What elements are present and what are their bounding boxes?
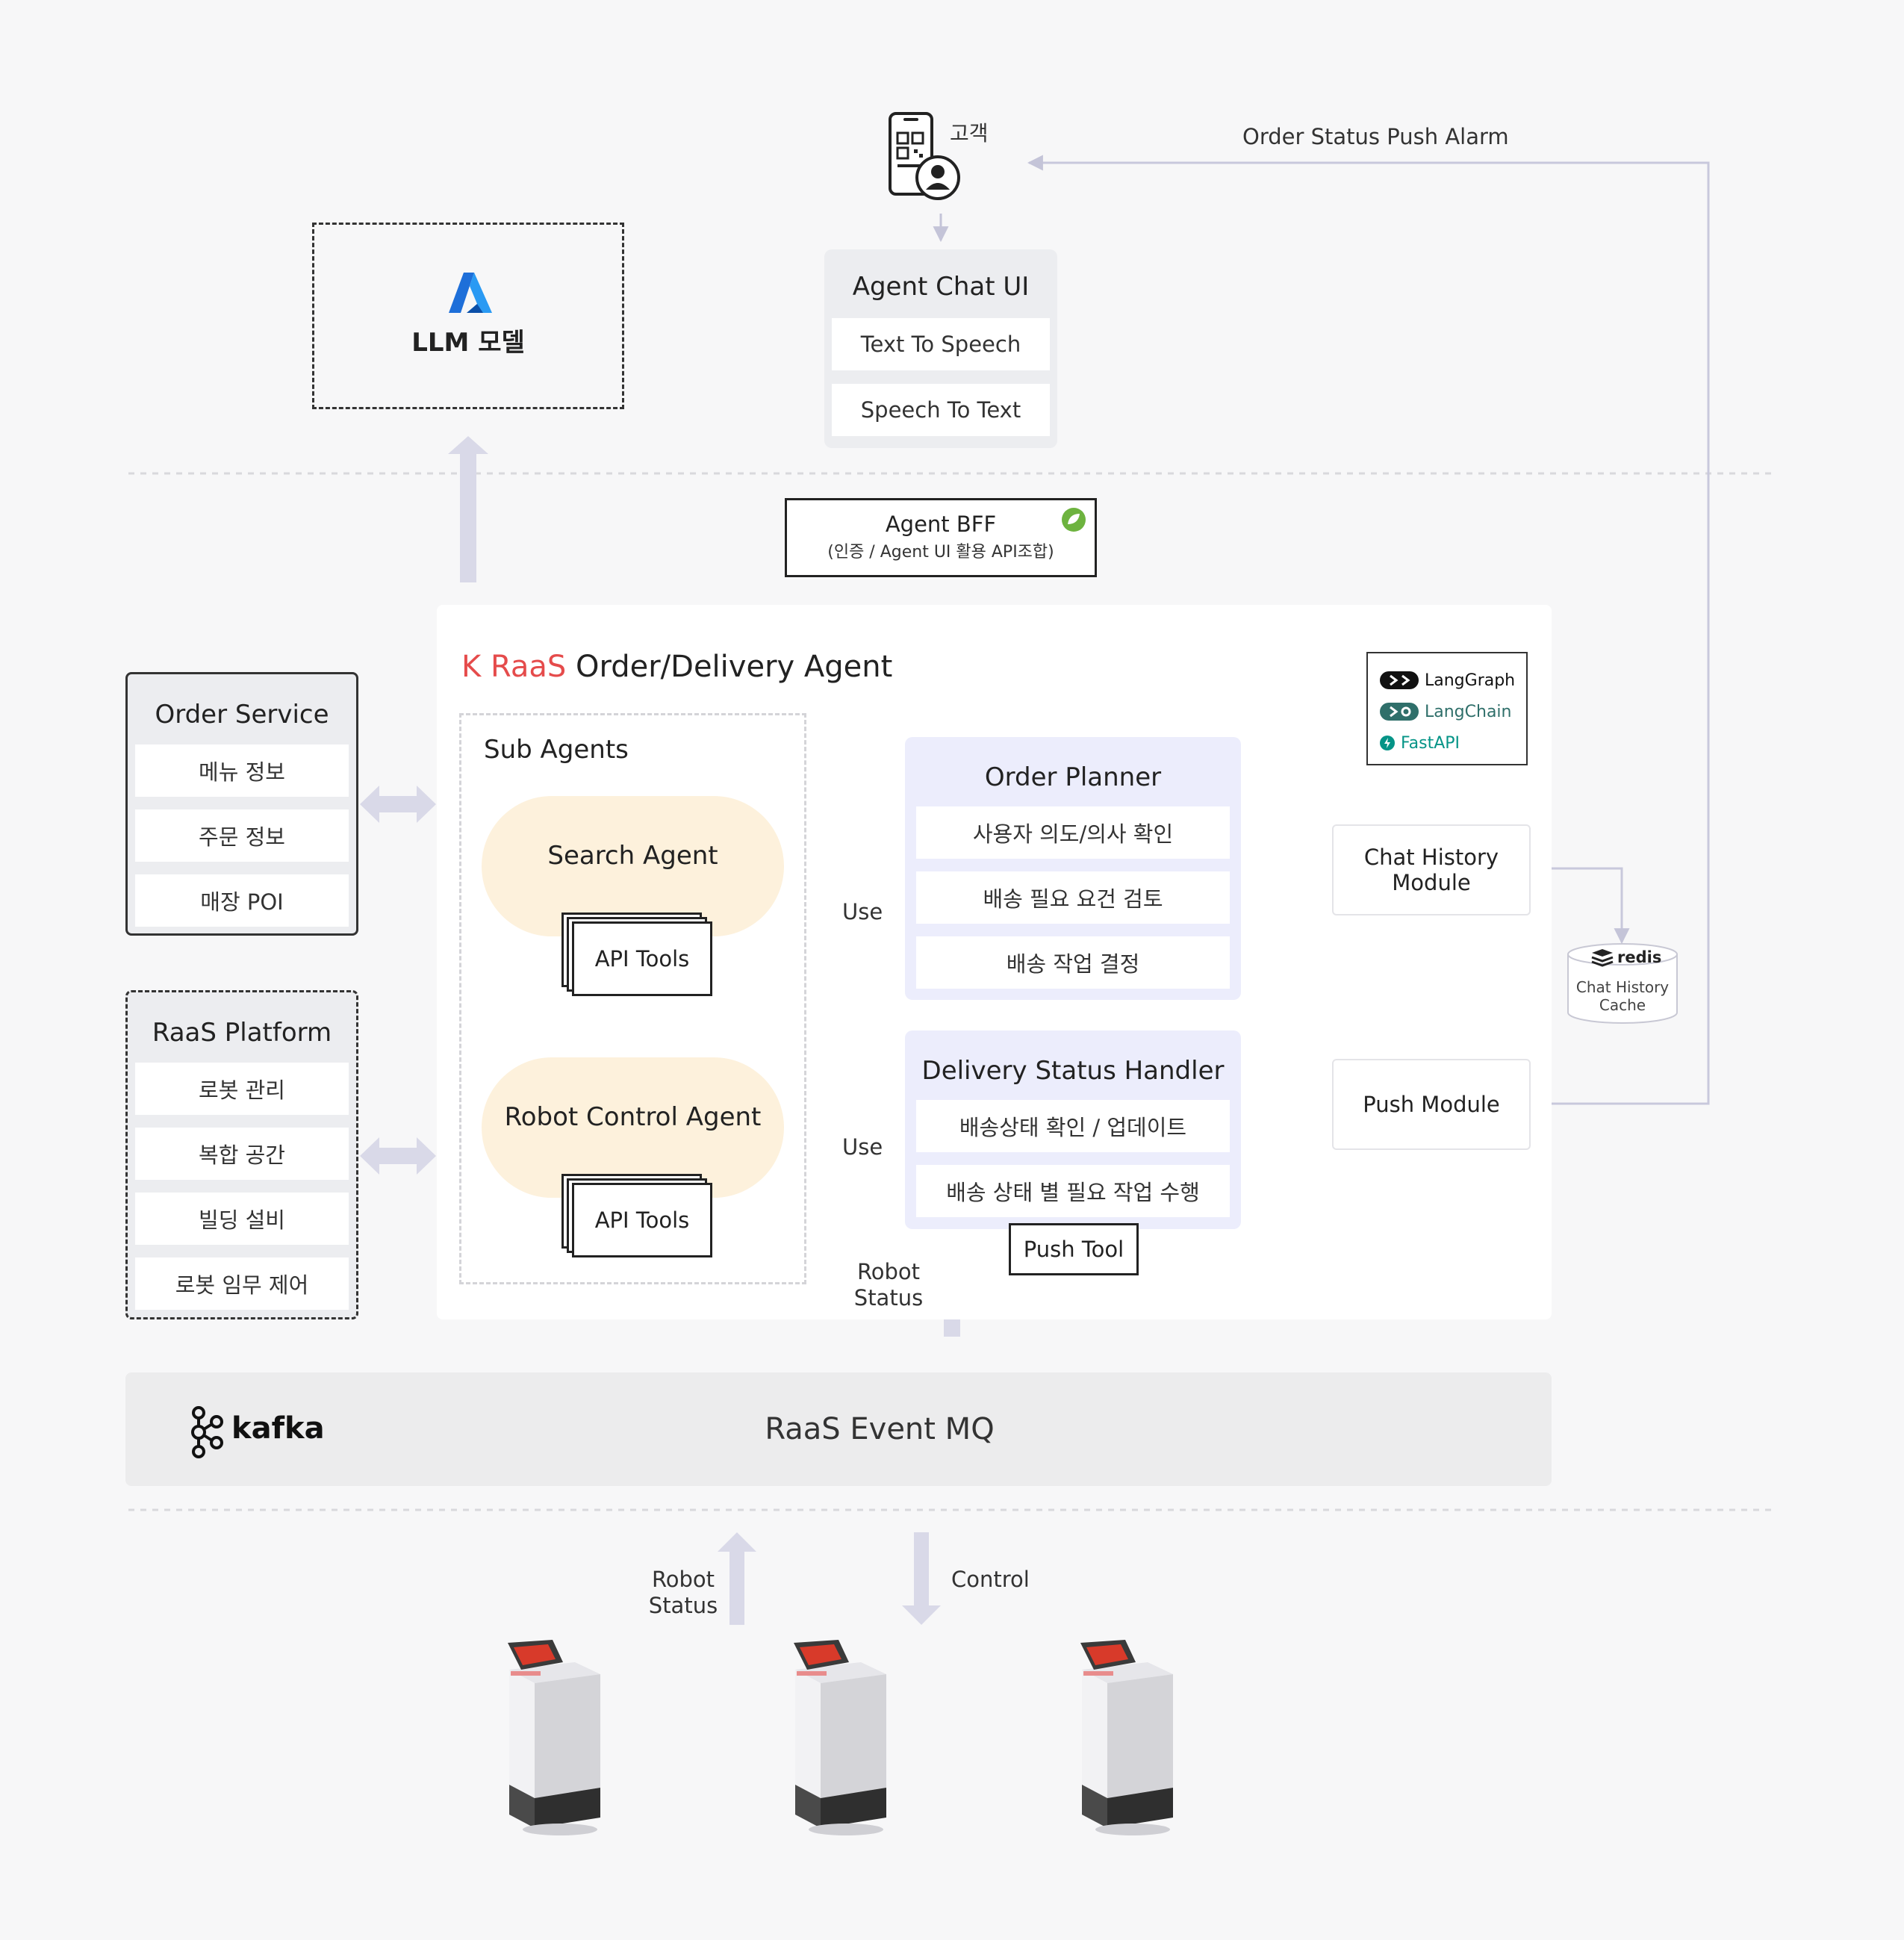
redis-cache-line2: Cache <box>1599 996 1646 1014</box>
langchain-icon <box>1380 703 1419 721</box>
push-tool[interactable]: Push Tool <box>1009 1223 1139 1275</box>
order-service-double-arrow <box>360 786 436 823</box>
frameworks-box: LangGraph LangChain FastAPI <box>1366 652 1528 765</box>
agent-chat-ui-title: Agent Chat UI <box>852 272 1030 302</box>
event-mq-bar: kafka RaaS Event MQ <box>125 1372 1552 1486</box>
langchain-label: LangChain <box>1425 702 1512 721</box>
order-service-panel: Order Service 메뉴 정보 주문 정보 매장 POI <box>125 672 358 936</box>
redis-brand-label: redis <box>1617 948 1662 966</box>
kafka-brand-label: kafka <box>231 1411 325 1446</box>
order-planner-panel: Order Planner 사용자 의도/의사 확인 배송 필요 요건 검토 배… <box>905 737 1241 1000</box>
agent-title: K RaaS Order/Delivery Agent <box>461 650 892 684</box>
robot-api-tools[interactable]: API Tools <box>572 1183 712 1257</box>
order-planner-title: Order Planner <box>984 762 1162 792</box>
fastapi-label: FastAPI <box>1401 733 1460 753</box>
llm-label: LLM 모델 <box>411 327 525 358</box>
redis-cache-line1: Chat History <box>1575 978 1670 996</box>
raas-platform-item-facility[interactable]: 빌딩 설비 <box>135 1193 349 1245</box>
robot-status-bottom-line2: Status <box>648 1592 718 1618</box>
agent-title-text: Order/Delivery Agent <box>576 650 893 684</box>
redis-logo-icon <box>1591 949 1614 967</box>
use-label-search: Use <box>842 899 883 924</box>
langchain-row: LangChain <box>1380 701 1512 722</box>
order-service-item-order[interactable]: 주문 정보 <box>135 809 349 862</box>
search-api-tools[interactable]: API Tools <box>572 921 712 996</box>
redis-cache-label: Chat History Cache <box>1567 978 1679 1014</box>
bff-to-llm-arrow <box>448 436 488 582</box>
delivery-handler-title: Delivery Status Handler <box>921 1056 1225 1086</box>
control-down-arrow <box>902 1532 941 1625</box>
order-planner-item-intent[interactable]: 사용자 의도/의사 확인 <box>916 806 1230 859</box>
order-planner-item-decision[interactable]: 배송 작업 결정 <box>916 936 1230 989</box>
order-service-item-poi[interactable]: 매장 POI <box>135 874 349 927</box>
tts-item[interactable]: Text To Speech <box>832 318 1050 370</box>
agent-brand: K RaaS <box>461 650 567 684</box>
agent-bff-subtitle: (인증 / Agent UI 활용 API조합) <box>827 543 1054 562</box>
robot-status-mid-line2: Status <box>853 1284 924 1311</box>
agent-chat-ui-panel: Agent Chat UI Text To Speech Speech To T… <box>824 249 1057 448</box>
raas-platform-double-arrow <box>360 1137 436 1175</box>
order-planner-item-requirements[interactable]: 배송 필요 요건 검토 <box>916 871 1230 924</box>
push-module[interactable]: Push Module <box>1332 1059 1531 1150</box>
customer-label: 고객 <box>950 121 989 146</box>
delivery-robot-icon <box>794 1640 886 1835</box>
delivery-handler-panel: Delivery Status Handler 배송상태 확인 / 업데이트 배… <box>905 1030 1241 1229</box>
delivery-handler-item-update[interactable]: 배송상태 확인 / 업데이트 <box>916 1100 1230 1152</box>
agent-bff-title: Agent BFF <box>885 512 997 537</box>
order-service-title: Order Service <box>155 700 329 730</box>
kafka-logo-icon <box>191 1406 223 1458</box>
robot-status-bottom-line1: Robot <box>651 1567 715 1592</box>
robot-status-mid-line1: Robot <box>856 1259 921 1284</box>
delivery-robot-icon <box>508 1640 600 1835</box>
spring-leaf-icon <box>1062 508 1086 532</box>
stt-item[interactable]: Speech To Text <box>832 384 1050 436</box>
agent-bff-box[interactable]: Agent BFF (인증 / Agent UI 활용 API조합) <box>785 498 1097 577</box>
langgraph-label: LangGraph <box>1425 671 1516 690</box>
raas-platform-item-space[interactable]: 복합 공간 <box>135 1128 349 1180</box>
robot-status-mid-label: Robot Status <box>848 1259 929 1311</box>
chat-history-line1: Chat History <box>1363 845 1499 870</box>
robot-control-agent-label: Robot Control Agent <box>504 1102 762 1132</box>
delivery-handler-item-actions[interactable]: 배송 상태 별 필요 작업 수행 <box>916 1165 1230 1217</box>
raas-platform-panel: RaaS Platform 로봇 관리 복합 공간 빌딩 설비 로봇 임무 제어 <box>125 990 358 1319</box>
raas-platform-item-robot-mgmt[interactable]: 로봇 관리 <box>135 1063 349 1115</box>
control-label: Control <box>951 1567 1030 1592</box>
sub-agents-title: Sub Agents <box>484 735 629 765</box>
langgraph-icon <box>1380 671 1419 689</box>
fastapi-row: FastAPI <box>1380 733 1460 753</box>
robot-status-bottom-label: Robot Status <box>642 1567 724 1619</box>
chat-history-module[interactable]: Chat History Module <box>1332 824 1531 915</box>
langgraph-row: LangGraph <box>1380 670 1515 691</box>
push-alarm-label: Order Status Push Alarm <box>1242 124 1509 149</box>
order-service-item-menu[interactable]: 메뉴 정보 <box>135 744 349 797</box>
search-agent-label: Search Agent <box>547 841 718 871</box>
event-mq-title: RaaS Event MQ <box>765 1412 995 1446</box>
azure-logo-icon <box>449 273 492 313</box>
raas-platform-title: RaaS Platform <box>152 1018 332 1048</box>
use-label-robot: Use <box>842 1134 883 1160</box>
delivery-robot-icon <box>1080 1640 1173 1835</box>
raas-platform-item-mission[interactable]: 로봇 임무 제어 <box>135 1257 349 1310</box>
chat-history-line2: Module <box>1392 870 1471 895</box>
llm-box[interactable]: LLM 모델 <box>312 223 624 409</box>
fastapi-icon <box>1380 736 1395 750</box>
